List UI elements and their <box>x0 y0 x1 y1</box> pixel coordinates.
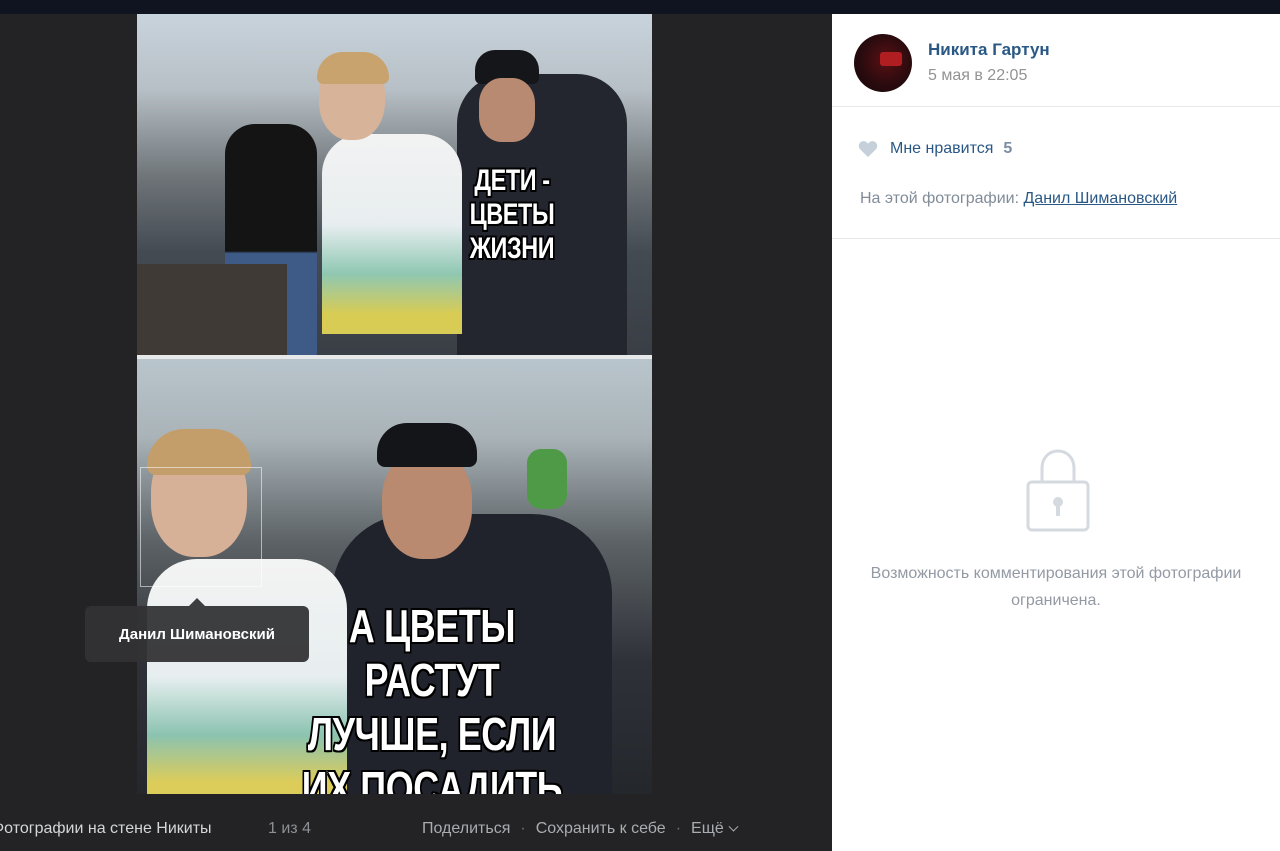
police-cap-shape <box>377 423 477 467</box>
photo-panel-top: ДЕТИ - ЦВЕТЫ ЖИЗНИ <box>137 14 652 355</box>
photo-counter: 1 из 4 <box>268 820 311 837</box>
like-button[interactable]: Мне нравится 5 <box>858 140 1012 158</box>
divider <box>832 238 1280 239</box>
meme-photo[interactable]: ДЕТИ - ЦВЕТЫ ЖИЗНИ А ЦВЕТЫ РАСТУТ ЛУЧШЕ,… <box>137 14 652 794</box>
post-date[interactable]: 5 мая в 22:05 <box>928 67 1027 85</box>
author-header: Никита Гартун 5 мая в 22:05 <box>832 14 1280 107</box>
more-label: Ещё <box>691 820 724 837</box>
tagged-people: На этой фотографии: Данил Шимановский <box>860 190 1177 208</box>
face-tag-box[interactable] <box>140 467 262 587</box>
comments-restricted-message: Возможность комментирования этой фотогра… <box>870 565 1242 609</box>
crowd-person-shape <box>527 449 567 509</box>
photo-actions: Поделиться · Сохранить к себе · Ещё <box>422 820 739 838</box>
viewer-bottom-bar: Фотографии на стене Никиты 1 из 4 Подели… <box>0 812 832 846</box>
lock-icon <box>1026 449 1090 532</box>
tag-tooltip: Данил Шимановский <box>85 598 309 662</box>
top-bar <box>0 0 1280 14</box>
officer-face-shape <box>479 78 535 142</box>
like-label: Мне нравится <box>890 140 994 157</box>
chevron-down-icon <box>728 821 739 832</box>
more-button[interactable]: Ещё <box>691 820 739 838</box>
save-to-self-button[interactable]: Сохранить к себе <box>536 820 666 838</box>
bench-shape <box>137 264 287 355</box>
album-link[interactable]: Фотографии на стене Никиты <box>0 820 212 838</box>
meme-caption-top: ДЕТИ - ЦВЕТЫ ЖИЗНИ <box>469 164 555 265</box>
heart-icon <box>858 141 878 157</box>
tagged-person-link[interactable]: Данил Шимановский <box>1023 190 1177 207</box>
author-name[interactable]: Никита Гартун <box>928 40 1050 60</box>
avatar[interactable] <box>854 34 912 92</box>
tagged-label: На этой фотографии: <box>860 190 1020 207</box>
photo-sidebar: Никита Гартун 5 мая в 22:05 Мне нравится… <box>832 14 1280 851</box>
boy-hair-shape <box>317 52 389 84</box>
separator-dot: · <box>520 820 526 837</box>
share-button[interactable]: Поделиться <box>422 820 510 838</box>
like-count: 5 <box>1003 140 1013 157</box>
separator-dot: · <box>675 820 682 837</box>
meme-caption-bottom: А ЦВЕТЫ РАСТУТ ЛУЧШЕ, ЕСЛИ ИХ ПОСАДИТЬ <box>301 600 563 794</box>
